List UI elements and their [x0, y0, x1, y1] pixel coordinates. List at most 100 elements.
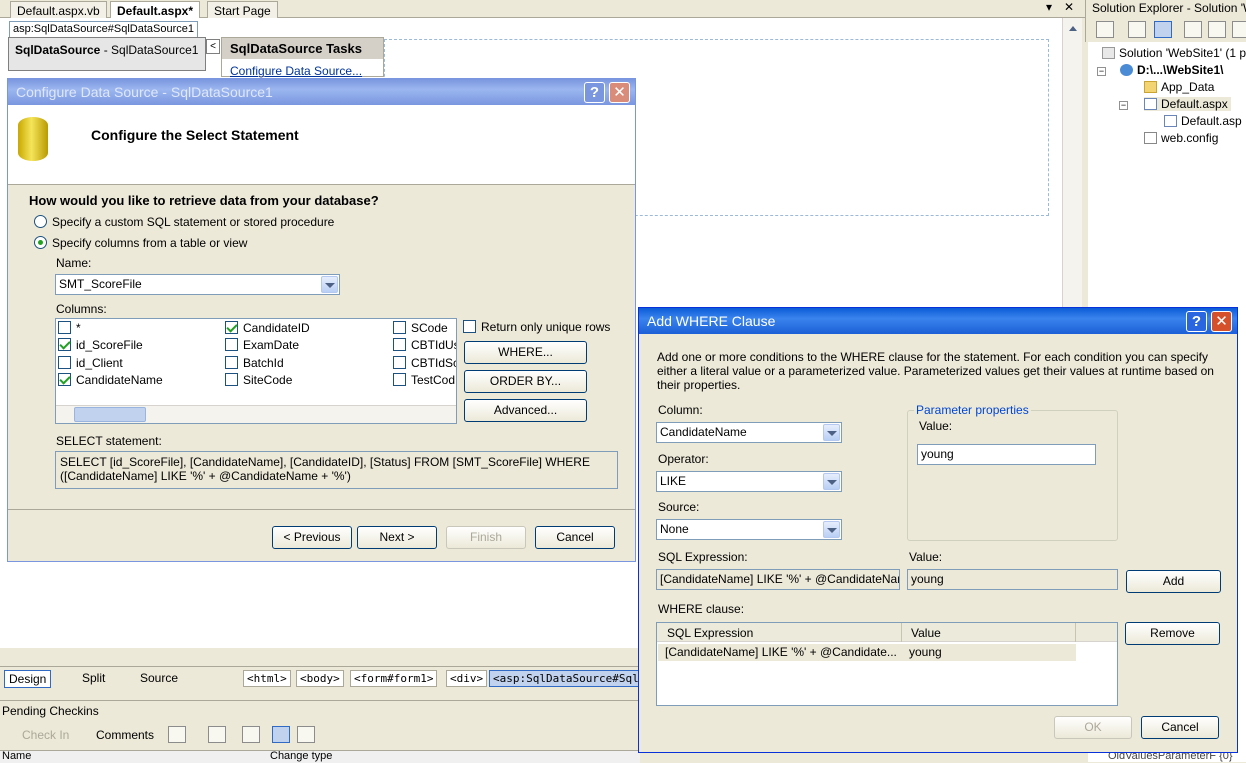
column-checkbox[interactable]	[393, 373, 406, 386]
chevron-down-icon[interactable]	[823, 424, 840, 441]
radio-table-columns-dot[interactable]	[34, 236, 47, 249]
column-item[interactable]: SiteCode	[225, 373, 292, 387]
order-by-button[interactable]: ORDER BY...	[464, 370, 587, 393]
tab-start-page[interactable]: Start Page	[207, 1, 278, 18]
tree-item-website[interactable]: D:\...\WebSite1\	[1120, 63, 1223, 77]
table-name-select[interactable]: SMT_ScoreFile	[55, 274, 340, 295]
column-checkbox[interactable]	[225, 321, 238, 334]
source-mode-button[interactable]: Source	[136, 670, 182, 688]
column-checkbox[interactable]	[58, 321, 71, 334]
column-item[interactable]: id_Client	[58, 356, 123, 370]
column-item[interactable]: id_ScoreFile	[58, 338, 143, 352]
tab-default-aspx-vb[interactable]: Default.aspx.vb	[10, 1, 107, 18]
column-item[interactable]: BatchId	[225, 356, 284, 370]
value-box[interactable]: young	[907, 569, 1118, 590]
clipboard-icon[interactable]	[242, 726, 260, 743]
header-sql-expression[interactable]: SQL Expression	[667, 626, 753, 640]
column-checkbox[interactable]	[393, 338, 406, 351]
close-document-icon[interactable]: ✕	[1064, 0, 1074, 14]
table-row[interactable]: [CandidateName] LIKE '%' + @Candidate...…	[658, 644, 1076, 661]
scroll-up-icon[interactable]	[1069, 26, 1077, 31]
properties-icon[interactable]	[1096, 21, 1114, 38]
param-value-input[interactable]: young	[917, 444, 1096, 465]
col-change-type[interactable]: Change type	[270, 750, 332, 762]
radio-table-columns[interactable]: Specify columns from a table or view	[34, 236, 247, 250]
cancel-button[interactable]: Cancel	[1141, 716, 1219, 739]
select-statement-box[interactable]: SELECT [id_ScoreFile], [CandidateName], …	[55, 451, 618, 489]
column-checkbox[interactable]	[225, 338, 238, 351]
tab-dropdown-icon[interactable]: ▾	[1046, 0, 1052, 14]
column-checkbox[interactable]	[225, 373, 238, 386]
column-checkbox[interactable]	[58, 356, 71, 369]
split-mode-button[interactable]: Split	[78, 670, 109, 688]
design-mode-button[interactable]: Design	[4, 670, 52, 688]
column-item[interactable]: TestCod	[393, 373, 455, 387]
column-item[interactable]: CandidateName	[58, 373, 163, 387]
radio-custom-sql[interactable]: Specify a custom SQL statement or stored…	[34, 215, 334, 229]
collapse-website-icon[interactable]: −	[1097, 67, 1106, 76]
collapse-default-aspx-icon[interactable]: −	[1119, 101, 1128, 110]
copy-website-icon[interactable]	[1232, 21, 1246, 38]
column-checkbox[interactable]	[393, 356, 406, 369]
sql-expression-box[interactable]: [CandidateName] LIKE '%' + @CandidateNam	[656, 569, 900, 590]
sqldatasource-control[interactable]: SqlDataSource - SqlDataSource1	[8, 37, 206, 71]
column-select[interactable]: CandidateName	[656, 422, 842, 443]
source-select[interactable]: None	[656, 519, 842, 540]
column-item[interactable]: CandidateID	[225, 321, 310, 335]
tree-view-icon[interactable]	[297, 726, 315, 743]
breadcrumb-form[interactable]: <form#form1>	[350, 670, 438, 687]
check-in-button[interactable]: Check In	[22, 728, 69, 742]
tree-item-web-config[interactable]: web.config	[1144, 131, 1218, 145]
add-button[interactable]: Add	[1126, 570, 1221, 593]
breadcrumb-html[interactable]: <html>	[243, 670, 291, 687]
column-item[interactable]: SCode	[393, 321, 448, 335]
comments-button[interactable]: Comments	[96, 728, 154, 742]
nest-files-icon[interactable]	[1154, 21, 1172, 38]
column-checkbox[interactable]	[58, 338, 71, 351]
tree-item-solution[interactable]: Solution 'WebSite1' (1 p	[1102, 46, 1246, 60]
unique-rows-box[interactable]	[463, 320, 476, 333]
operator-select[interactable]: LIKE	[656, 471, 842, 492]
tree-item-default-aspx[interactable]: Default.aspx	[1144, 97, 1231, 111]
chevron-down-icon[interactable]	[823, 521, 840, 538]
finish-button[interactable]: Finish	[446, 526, 526, 549]
view-code-icon[interactable]	[1184, 21, 1202, 38]
chevron-down-icon[interactable]	[321, 276, 338, 293]
help-button[interactable]: ?	[584, 82, 605, 103]
column-checkbox[interactable]	[393, 321, 406, 334]
sort-icon[interactable]	[208, 726, 226, 743]
next-button[interactable]: Next >	[357, 526, 437, 549]
advanced-button[interactable]: Advanced...	[464, 399, 587, 422]
view-designer-icon[interactable]	[1208, 21, 1226, 38]
col-name[interactable]: Name	[2, 750, 31, 762]
header-value[interactable]: Value	[911, 626, 941, 640]
breadcrumb-div[interactable]: <div>	[446, 670, 488, 687]
smart-tag-arrow[interactable]: <	[206, 39, 220, 54]
flat-view-icon[interactable]	[272, 726, 290, 743]
previous-button[interactable]: < Previous	[272, 526, 352, 549]
filter-icon[interactable]	[168, 726, 186, 743]
column-item[interactable]: CBTIdSc	[393, 356, 456, 370]
where-button[interactable]: WHERE...	[464, 341, 587, 364]
radio-custom-sql-dot[interactable]	[34, 215, 47, 228]
column-checkbox[interactable]	[58, 373, 71, 386]
column-item[interactable]: ExamDate	[225, 338, 299, 352]
cancel-button[interactable]: Cancel	[535, 526, 615, 549]
breadcrumb-body[interactable]: <body>	[296, 670, 344, 687]
tree-item-app-data[interactable]: App_Data	[1144, 80, 1214, 94]
ok-button[interactable]: OK	[1054, 716, 1132, 739]
columns-hscrollbar[interactable]	[56, 405, 456, 423]
close-button[interactable]: ✕	[609, 82, 630, 103]
close-icon[interactable]: ✕	[1211, 311, 1232, 332]
column-item[interactable]: CBTIdUs	[393, 338, 456, 352]
breadcrumb-sqldatasource[interactable]: <asp:SqlDataSource#SqlD	[489, 670, 650, 687]
tab-default-aspx[interactable]: Default.aspx*	[110, 1, 201, 19]
remove-button[interactable]: Remove	[1125, 622, 1220, 645]
help-icon[interactable]: ?	[1186, 311, 1207, 332]
chevron-down-icon[interactable]	[823, 473, 840, 490]
column-item[interactable]: *	[58, 321, 81, 335]
column-checkbox[interactable]	[225, 356, 238, 369]
scroll-thumb[interactable]	[74, 407, 146, 422]
unique-rows-checkbox[interactable]: Return only unique rows	[463, 320, 610, 334]
refresh-icon[interactable]	[1128, 21, 1146, 38]
